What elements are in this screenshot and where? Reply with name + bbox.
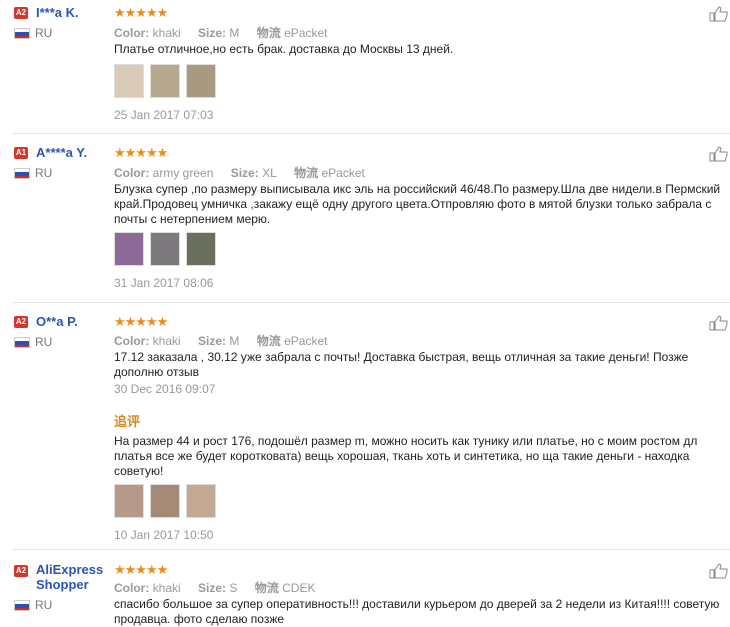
- size-label: Size:: [198, 581, 227, 595]
- size-value: M: [229, 26, 240, 40]
- review-photo[interactable]: [150, 232, 180, 266]
- review-text: 17.12 заказала , 30.12 уже забрала с поч…: [114, 350, 689, 379]
- russia-flag-icon: [14, 28, 30, 39]
- color-value: army green: [152, 166, 214, 180]
- color-label: Color:: [114, 581, 150, 595]
- divider: [12, 133, 730, 134]
- rating-stars-icon: ★★★★★: [114, 5, 168, 20]
- buyer-name: O**a P.: [36, 314, 78, 329]
- shipping-label: 物流: [254, 581, 279, 595]
- buyer-country: RU: [35, 598, 53, 612]
- buyer-level-badge: A2: [14, 316, 28, 328]
- color-label: Color:: [114, 334, 150, 348]
- buyer-name: I***a K.: [36, 5, 79, 20]
- order-meta: Color: khaki Size: M 物流 ePacket: [114, 24, 341, 41]
- review-photo[interactable]: [114, 232, 144, 266]
- buyer-country: RU: [35, 166, 53, 180]
- shipping-label: 物流: [294, 166, 319, 180]
- additional-review-date: 10 Jan 2017 10:50: [114, 528, 214, 542]
- review-photo[interactable]: [114, 484, 144, 518]
- divider: [12, 549, 730, 550]
- shipping-label: 物流: [256, 334, 281, 348]
- size-value: S: [229, 581, 238, 595]
- russia-flag-icon: [14, 600, 30, 611]
- order-meta: Color: khaki Size: S 物流 CDEK: [114, 579, 329, 596]
- review-photo[interactable]: [186, 232, 216, 266]
- buyer-level-badge: A2: [14, 565, 28, 577]
- buyer-level-badge: A1: [14, 147, 28, 159]
- color-value: khaki: [152, 581, 181, 595]
- review-photo[interactable]: [150, 64, 180, 98]
- additional-review-text: На размер 44 и рост 176, подошёл размер …: [114, 434, 698, 478]
- rating-stars-icon: ★★★★★: [114, 314, 168, 329]
- size-value: XL: [262, 166, 277, 180]
- size-label: Size:: [198, 334, 227, 348]
- order-meta: Color: khaki Size: M 物流 ePacket: [114, 332, 341, 349]
- rating-stars-icon: ★★★★★: [114, 145, 168, 160]
- order-meta: Color: army green Size: XL 物流 ePacket: [114, 164, 379, 181]
- review-date: 31 Jan 2017 08:06: [114, 276, 214, 290]
- divider: [12, 302, 730, 303]
- review-text: Платье отличное,но есть брак. доставка д…: [114, 42, 454, 56]
- review-photo[interactable]: [186, 484, 216, 518]
- review-photos: [114, 232, 222, 268]
- shipping-value: ePacket: [284, 334, 328, 348]
- thumbs-up-icon[interactable]: [709, 315, 729, 331]
- thumbs-up-icon[interactable]: [709, 146, 729, 162]
- size-label: Size:: [198, 26, 227, 40]
- review-text: Блузка супер ,по размеру выписывала икс …: [114, 182, 721, 226]
- russia-flag-icon: [14, 168, 30, 179]
- review-photos: [114, 484, 222, 520]
- size-label: Size:: [230, 166, 259, 180]
- review-photo[interactable]: [114, 64, 144, 98]
- color-value: khaki: [152, 26, 181, 40]
- shipping-value: ePacket: [321, 166, 365, 180]
- shipping-value: ePacket: [284, 26, 328, 40]
- thumbs-up-icon[interactable]: [709, 563, 729, 579]
- shipping-value: CDEK: [282, 581, 316, 595]
- review-text: спасибо большое за супер оперативность!!…: [114, 597, 720, 626]
- rating-stars-icon: ★★★★★: [114, 562, 168, 577]
- buyer-country: RU: [35, 26, 53, 40]
- color-label: Color:: [114, 26, 150, 40]
- review-date: 30 Dec 2016 09:07: [114, 382, 216, 396]
- review-photo[interactable]: [186, 64, 216, 98]
- buyer-name: AliExpress Shopper: [36, 562, 104, 592]
- color-label: Color:: [114, 166, 150, 180]
- russia-flag-icon: [14, 337, 30, 348]
- review-date: 25 Jan 2017 07:03: [114, 108, 214, 122]
- additional-review-label: 追评: [114, 414, 141, 429]
- review-photo[interactable]: [150, 484, 180, 518]
- thumbs-up-icon[interactable]: [709, 6, 729, 22]
- color-value: khaki: [152, 334, 181, 348]
- buyer-level-badge: A2: [14, 7, 28, 19]
- buyer-name: A****a Y.: [36, 145, 88, 160]
- shipping-label: 物流: [256, 26, 281, 40]
- review-photos: [114, 64, 222, 100]
- size-value: M: [229, 334, 240, 348]
- buyer-country: RU: [35, 335, 53, 349]
